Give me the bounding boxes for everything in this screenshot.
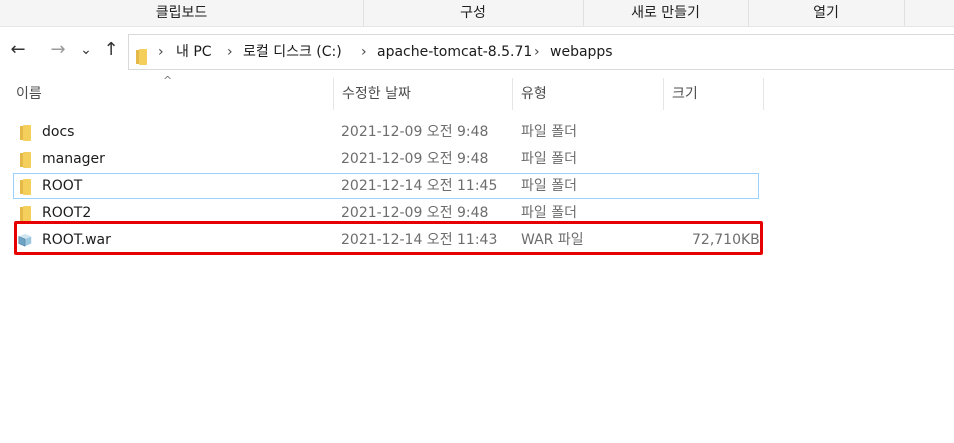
column-modified[interactable]: 수정한 날짜 xyxy=(334,78,513,110)
file-modified: 2021-12-14 오전 11:45 xyxy=(341,178,498,194)
ribbon-group-clipboard[interactable]: 클립보드 xyxy=(0,0,364,26)
file-modified: 2021-12-09 오전 9:48 xyxy=(341,151,489,167)
column-type[interactable]: 유형 xyxy=(513,78,664,110)
highlight-box xyxy=(14,221,763,255)
breadcrumb-tomcat[interactable]: apache-tomcat-8.5.71 xyxy=(377,35,532,69)
breadcrumb-separator[interactable]: › xyxy=(158,35,164,69)
file-type: 파일 폴더 xyxy=(521,124,577,140)
ribbon-group-organize[interactable]: 구성 xyxy=(363,0,584,26)
breadcrumb-this-pc[interactable]: 내 PC xyxy=(176,35,212,69)
file-row-docs[interactable]: docs 2021-12-09 오전 9:48 파일 폴더 xyxy=(13,119,759,145)
up-button[interactable]: ↑ xyxy=(100,28,122,72)
ribbon: 클립보드 구성 새로 만들기 열기 xyxy=(0,0,954,27)
ribbon-group-open[interactable]: 열기 xyxy=(748,0,905,26)
column-name[interactable]: 이름 xyxy=(8,78,334,110)
folder-icon xyxy=(135,44,149,65)
breadcrumb-webapps[interactable]: webapps xyxy=(550,35,613,69)
navigation-bar: ← → ⌄ ↑ › 내 PC › 로컬 디스크 (C:) › apache-to… xyxy=(0,28,954,72)
breadcrumb-separator[interactable]: › xyxy=(227,35,233,69)
recent-locations-button[interactable]: ⌄ xyxy=(78,28,94,72)
column-size[interactable]: 크기 xyxy=(664,78,764,110)
breadcrumb-separator[interactable]: › xyxy=(361,35,367,69)
file-modified: 2021-12-09 오전 9:48 xyxy=(341,124,489,140)
breadcrumb-separator[interactable]: › xyxy=(534,35,540,69)
file-row-root[interactable]: ROOT 2021-12-14 오전 11:45 파일 폴더 xyxy=(13,173,759,199)
file-name: manager xyxy=(42,151,105,167)
back-button[interactable]: ← xyxy=(6,28,30,72)
file-type: 파일 폴더 xyxy=(521,151,577,167)
column-header: 이름 수정한 날짜 유형 크기 xyxy=(0,78,954,110)
file-name: docs xyxy=(42,124,75,140)
file-row-manager[interactable]: manager 2021-12-09 오전 9:48 파일 폴더 xyxy=(13,146,759,172)
ribbon-group-new[interactable]: 새로 만들기 xyxy=(583,0,749,26)
breadcrumb-local-disk[interactable]: 로컬 디스크 (C:) xyxy=(243,35,342,69)
forward-button[interactable]: → xyxy=(46,28,70,72)
file-name: ROOT xyxy=(42,178,83,194)
file-type: 파일 폴더 xyxy=(521,178,577,194)
address-bar[interactable]: › 내 PC › 로컬 디스크 (C:) › apache-tomcat-8.5… xyxy=(128,34,954,70)
